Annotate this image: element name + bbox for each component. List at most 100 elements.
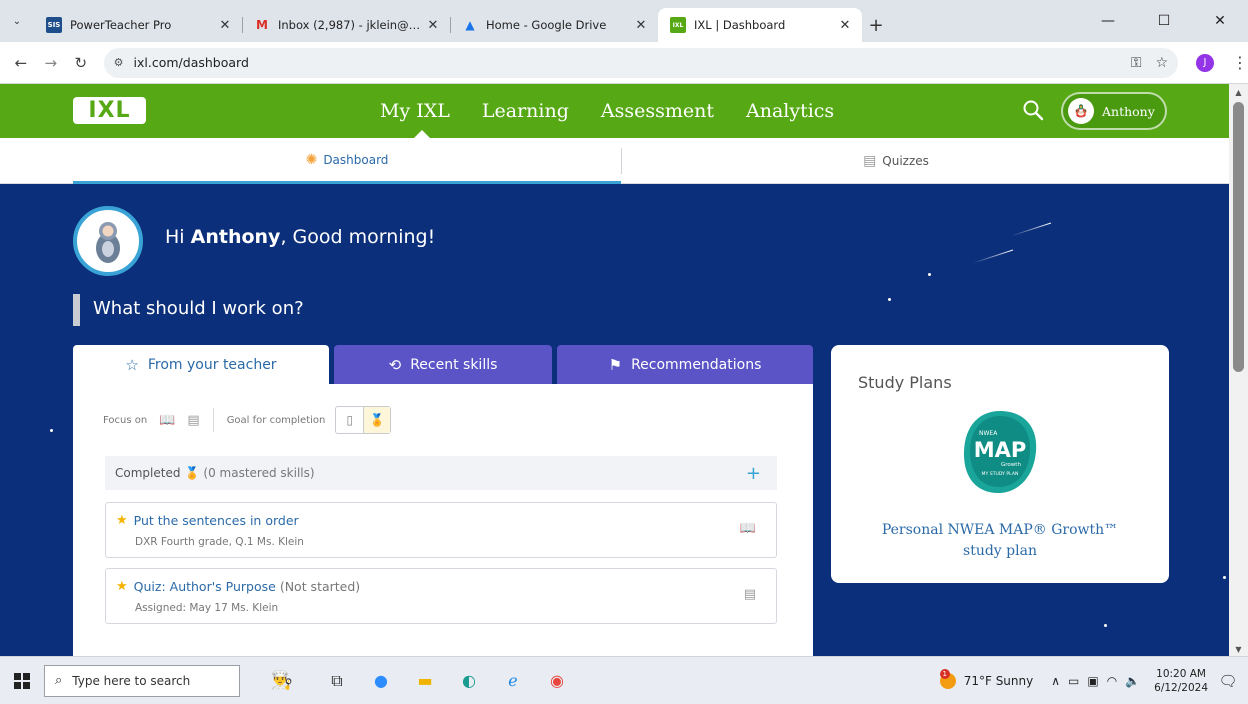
scrollbar-thumb[interactable] — [1233, 102, 1244, 372]
search-icon: ⌕ — [55, 673, 63, 688]
windows-logo-icon — [14, 672, 30, 689]
minimize-icon[interactable]: — — [1080, 0, 1136, 42]
close-icon[interactable]: ✕ — [632, 18, 650, 33]
medal-icon[interactable]: 🏅 — [363, 407, 391, 433]
tab-quizzes-label: Quizzes — [882, 154, 929, 168]
bookmark-icon[interactable]: ▯ — [336, 407, 363, 433]
internet-explorer-icon[interactable]: ℯ — [496, 664, 530, 698]
completed-label: Completed — [115, 466, 181, 480]
edge-icon[interactable]: ◐ — [452, 664, 486, 698]
skill-card[interactable]: ★ Quiz: Author's Purpose (Not started) A… — [105, 568, 777, 624]
student-avatar[interactable] — [73, 206, 143, 276]
notification-center-icon[interactable]: 🗨 — [1208, 672, 1248, 690]
nav-active-caret — [414, 130, 430, 138]
password-key-icon[interactable]: ⚿ — [1131, 55, 1142, 71]
search-icon[interactable] — [1022, 99, 1044, 121]
tab-recent-skills[interactable]: ⟲ Recent skills — [334, 345, 552, 384]
taskbar-search-box[interactable]: ⌕ Type here to search — [44, 664, 240, 697]
clock-date: 6/12/2024 — [1154, 681, 1208, 694]
browser-menu-icon[interactable]: ⋮ — [1232, 53, 1248, 72]
file-explorer-icon[interactable]: ▬ — [408, 664, 442, 698]
url-text[interactable]: ixl.com/dashboard — [134, 55, 249, 70]
browser-tab-inbox[interactable]: M Inbox (2,987) - jklein@sacredhe ✕ — [242, 8, 450, 42]
back-arrow-icon[interactable]: ← — [6, 54, 36, 72]
nav-assessment[interactable]: Assessment — [601, 100, 714, 122]
network-icon[interactable]: ▭ — [1068, 674, 1079, 688]
nav-analytics[interactable]: Analytics — [746, 100, 834, 122]
user-name: Anthony — [1102, 103, 1155, 119]
skill-meta: Assigned: May 17 Ms. Klein — [135, 602, 279, 614]
site-settings-icon[interactable]: ⚙ — [114, 56, 124, 69]
bookmark-star-icon[interactable]: ☆ — [1155, 55, 1168, 71]
skill-card[interactable]: ★ Put the sentences in order DXR Fourth … — [105, 502, 777, 558]
study-plan-link-line1[interactable]: Personal NWEA MAP® Growth™ — [831, 520, 1169, 541]
reload-icon[interactable]: ↻ — [66, 54, 96, 72]
window-controls: — ☐ ✕ — [1080, 0, 1248, 42]
history-clock-icon: ⟲ — [388, 355, 402, 374]
skill-title[interactable]: Put the sentences in order — [134, 513, 299, 528]
scroll-up-arrow-icon[interactable]: ▲ — [1229, 88, 1248, 97]
medal-icon: 🏅 — [184, 466, 200, 480]
wifi-icon[interactable]: ◠ — [1107, 674, 1117, 688]
close-icon[interactable]: ✕ — [216, 18, 234, 33]
new-tab-plus-icon[interactable]: + — [862, 8, 890, 42]
user-avatar-icon: 🪆 — [1068, 98, 1094, 124]
completed-section-header[interactable]: Completed 🏅 (0 mastered skills) + — [105, 456, 777, 490]
window-close-icon[interactable]: ✕ — [1192, 0, 1248, 42]
tab-title: IXL | Dashboard — [694, 18, 786, 32]
display-icon[interactable]: ▣ — [1087, 674, 1098, 688]
focus-on-label: Focus on — [103, 414, 148, 426]
search-highlight-chef-icon[interactable]: 👨‍🍳 — [250, 666, 314, 696]
forward-arrow-icon[interactable]: → — [36, 54, 66, 72]
zoom-app-icon[interactable]: ● — [364, 664, 398, 698]
windows-start-icon[interactable] — [0, 657, 44, 704]
nwea-map-badge-icon[interactable]: NWEA MAP Growth MY STUDY PLAN — [960, 407, 1040, 497]
browser-tab-powerteacher[interactable]: SIS PowerTeacher Pro ✕ — [34, 8, 242, 42]
quiz-filter-icon[interactable]: ▤ — [187, 413, 199, 428]
study-plan-link[interactable]: Personal NWEA MAP® Growth™ study plan — [831, 520, 1169, 562]
windows-taskbar: ⌕ Type here to search 👨‍🍳 ⧉ ● ▬ ◐ ℯ ◉ 71… — [0, 656, 1248, 704]
skill-title[interactable]: Quiz: Author's Purpose — [134, 579, 276, 594]
study-plan-link-line2[interactable]: study plan — [831, 541, 1169, 562]
dashboard-subnav: ✺ Dashboard ▤ Quizzes — [0, 138, 1229, 184]
completed-count: (0 mastered skills) — [203, 466, 315, 480]
omnibox-actions: ⚿ ☆ — [1131, 55, 1168, 71]
browser-tab-ixl-dashboard[interactable]: IXL IXL | Dashboard ✕ — [658, 8, 862, 42]
taskbar-clock[interactable]: 10:20 AM 6/12/2024 — [1154, 667, 1208, 695]
user-menu-button[interactable]: 🪆 Anthony — [1061, 92, 1167, 130]
tab-label: Recent skills — [410, 356, 498, 373]
book-filter-icon[interactable]: 📖 — [159, 413, 175, 428]
weather-icon[interactable] — [939, 668, 956, 689]
volume-icon[interactable]: 🔈 — [1125, 674, 1140, 688]
ixl-logo[interactable]: IXL — [73, 97, 146, 124]
weather-text[interactable]: 71°F Sunny — [964, 674, 1034, 688]
show-hidden-icons-icon[interactable]: ∧ — [1051, 674, 1060, 688]
tab-dashboard[interactable]: ✺ Dashboard — [73, 138, 621, 184]
nesting-doll-icon — [96, 222, 120, 263]
expand-plus-icon[interactable]: + — [746, 463, 761, 484]
close-icon[interactable]: ✕ — [424, 18, 442, 33]
taskbar-search-placeholder: Type here to search — [72, 673, 191, 688]
signpost-icon: ⚑ — [608, 355, 623, 374]
tab-search-chevron-icon[interactable]: ⌄ — [0, 0, 34, 42]
close-icon[interactable]: ✕ — [836, 18, 854, 33]
tab-from-your-teacher[interactable]: ☆ From your teacher — [73, 345, 329, 384]
work-on-tabs: ☆ From your teacher ⟲ Recent skills ⚑ Re… — [73, 345, 813, 384]
page-scrollbar[interactable]: ▲ ▼ — [1229, 84, 1248, 656]
filter-divider — [212, 408, 214, 432]
profile-avatar[interactable]: J — [1196, 53, 1214, 72]
url-omnibox[interactable]: ⚙ ixl.com/dashboard ⚿ ☆ — [103, 47, 1179, 78]
decorative-star — [1104, 624, 1107, 627]
scroll-down-arrow-icon[interactable]: ▼ — [1229, 645, 1248, 654]
tab-recommendations[interactable]: ⚑ Recommendations — [557, 345, 813, 384]
decorative-star — [1223, 576, 1226, 579]
clock-time: 10:20 AM — [1156, 667, 1206, 680]
tab-quizzes[interactable]: ▤ Quizzes — [622, 138, 1170, 184]
study-plans-card: Study Plans NWEA MAP Growth MY STUDY PLA… — [831, 345, 1169, 583]
maximize-icon[interactable]: ☐ — [1136, 0, 1192, 42]
task-view-icon[interactable]: ⧉ — [320, 664, 354, 698]
nav-my-ixl[interactable]: My IXL — [380, 100, 450, 122]
chrome-icon[interactable]: ◉ — [540, 664, 574, 698]
browser-tab-google-drive[interactable]: ▲ Home - Google Drive ✕ — [450, 8, 658, 42]
nav-learning[interactable]: Learning — [482, 100, 569, 122]
